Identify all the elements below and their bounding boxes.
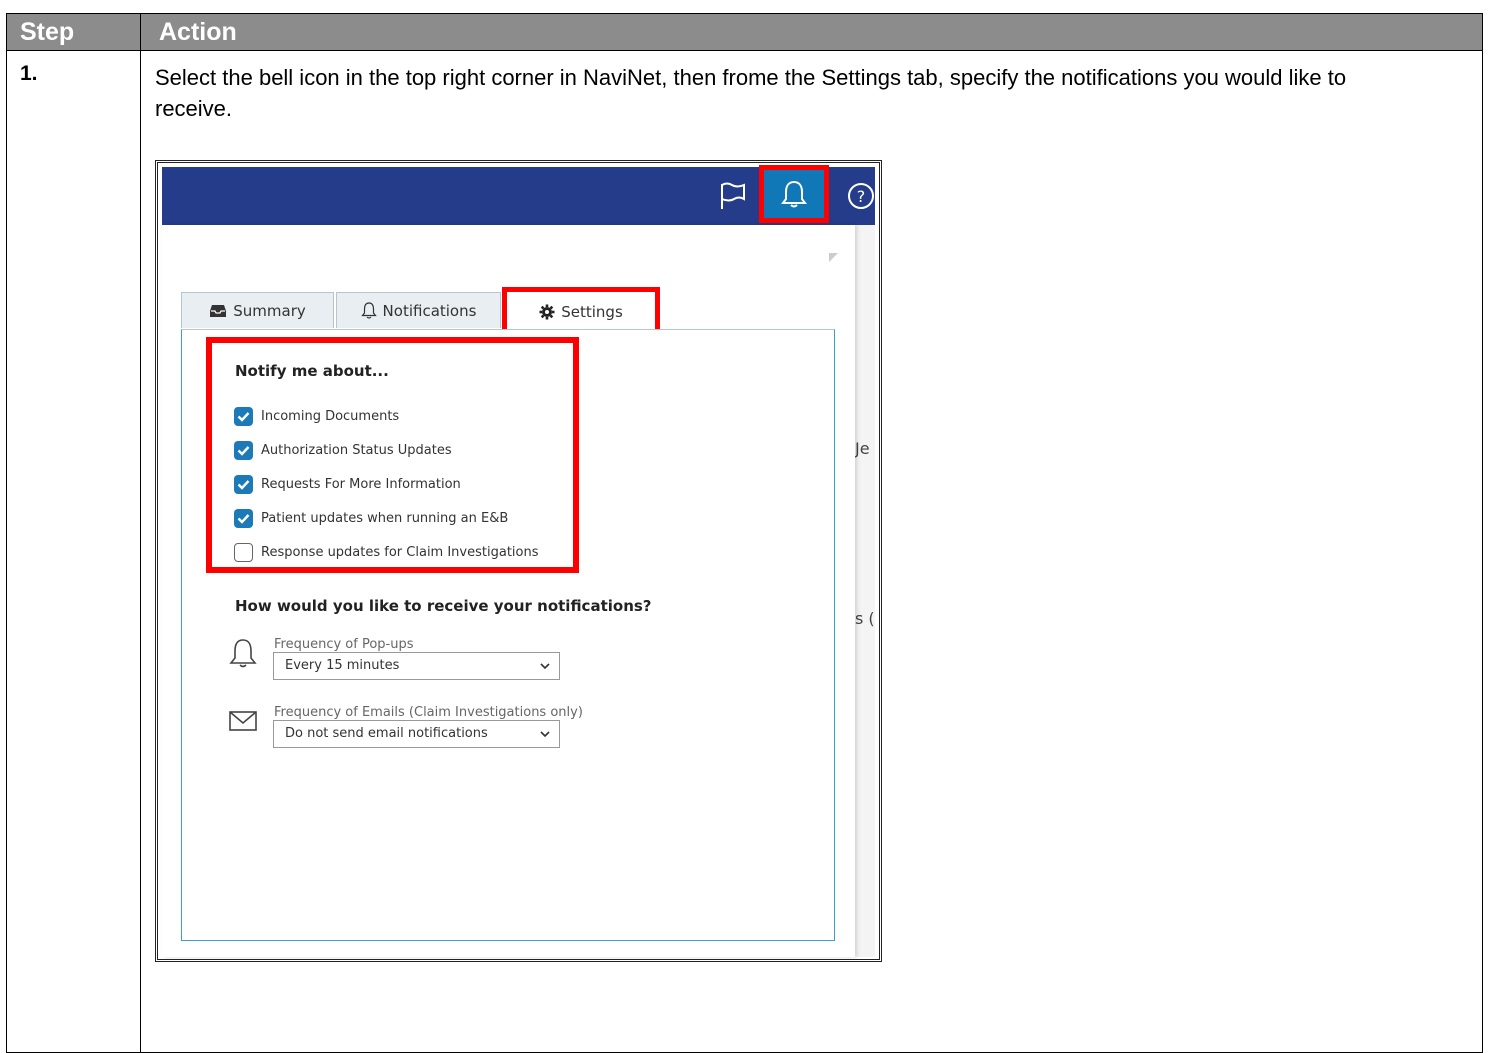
popup-frequency-select[interactable]: Every 15 minutes xyxy=(273,652,560,680)
header-step: Step xyxy=(20,18,75,46)
email-frequency-value: Do not send email notifications xyxy=(285,726,488,741)
tab-summary-label: Summary xyxy=(233,301,306,320)
option-requests-more-info[interactable]: Requests For More Information xyxy=(234,473,461,495)
step-instruction: Select the bell icon in the top right co… xyxy=(155,65,1347,121)
background-text-fragment: s ( xyxy=(855,609,875,628)
popup-frequency-label: Frequency of Pop-ups xyxy=(274,637,414,652)
checkbox-unchecked[interactable] xyxy=(234,542,253,562)
flag-icon[interactable] xyxy=(714,177,752,215)
svg-text:?: ? xyxy=(857,187,866,206)
navinet-screenshot: ? Je s ( Summary Notifications Settings … xyxy=(155,160,882,962)
checkbox-checked[interactable] xyxy=(234,406,253,426)
app-topbar: ? xyxy=(162,165,875,225)
option-label: Patient updates when running an E&B xyxy=(261,510,509,526)
option-label: Incoming Documents xyxy=(261,408,400,424)
option-authorization-status[interactable]: Authorization Status Updates xyxy=(234,439,452,461)
option-patient-updates[interactable]: Patient updates when running an E&B xyxy=(234,507,508,529)
email-frequency-select[interactable]: Do not send email notifications xyxy=(273,720,560,748)
bell-icon xyxy=(228,637,258,668)
chevron-down-icon xyxy=(539,653,551,689)
checkbox-checked[interactable] xyxy=(234,440,253,460)
option-label: Response updates for Claim Investigation… xyxy=(261,544,539,560)
bell-icon xyxy=(360,302,377,319)
checkbox-checked[interactable] xyxy=(234,508,253,528)
email-frequency-label: Frequency of Emails (Claim Investigation… xyxy=(274,705,583,720)
tab-settings[interactable]: Settings xyxy=(502,287,660,335)
gear-icon xyxy=(539,304,555,319)
receive-title: How would you like to receive your notif… xyxy=(235,597,652,615)
tab-settings-label: Settings xyxy=(561,302,623,321)
chevron-down-icon xyxy=(539,721,551,757)
background-page-strip xyxy=(855,225,875,957)
checkbox-checked[interactable] xyxy=(234,474,253,494)
option-response-updates[interactable]: Response updates for Claim Investigation… xyxy=(234,541,539,563)
option-incoming-documents[interactable]: Incoming Documents xyxy=(234,405,399,427)
option-label: Authorization Status Updates xyxy=(261,442,452,458)
tab-summary[interactable]: Summary xyxy=(181,292,334,328)
notify-title: Notify me about... xyxy=(235,362,389,380)
notifications-panel: Summary Notifications Settings Notify me… xyxy=(162,225,855,957)
help-icon[interactable]: ? xyxy=(842,177,879,215)
table-header-row: Step Action xyxy=(7,14,1482,51)
envelope-icon xyxy=(228,709,258,739)
background-text-fragment: Je xyxy=(855,439,870,458)
popup-frequency-value: Every 15 minutes xyxy=(285,658,400,673)
bell-icon[interactable] xyxy=(759,165,829,223)
step-number: 1. xyxy=(20,62,38,85)
inbox-icon xyxy=(210,304,227,317)
column-divider xyxy=(140,14,141,1052)
resize-corner-icon xyxy=(829,253,838,262)
tab-notifications[interactable]: Notifications xyxy=(336,292,501,328)
option-label: Requests For More Information xyxy=(261,476,461,492)
header-action: Action xyxy=(159,18,237,46)
tab-notifications-label: Notifications xyxy=(382,301,477,320)
